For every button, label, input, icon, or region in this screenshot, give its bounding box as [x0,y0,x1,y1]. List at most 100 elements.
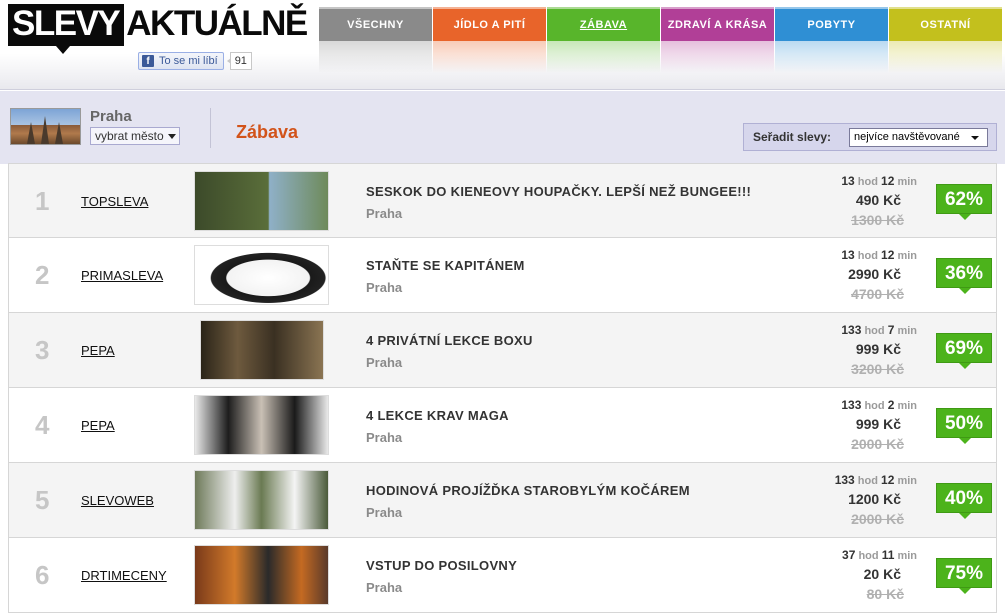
nav-tab-bar: POBYTY [775,7,888,41]
deal-row[interactable]: 5 SLEVOWEB HODINOVÁ PROJÍŽĎKA STAROBYLÝM K… [8,463,997,538]
deal-vendor-link[interactable]: TOPSLEVA [81,194,148,209]
logo-part1: SLEVY [8,4,125,54]
deal-price: 999 Kč [855,416,901,432]
timer-minutes: 12 [881,174,895,188]
deal-row[interactable]: 4 PEPA 4 LEKCE KRAV MAGA Praha 133 hod 2 min… [8,388,997,463]
nav-tab-fade [775,41,888,73]
timer-hours: 13 [841,174,855,188]
deal-vendor-link[interactable]: PRIMASLEVA [81,268,163,283]
timer-minutes: 12 [881,248,895,262]
deal-city: Praha [366,280,403,295]
deal-list: 1 TOPSLEVA SESKOK DO KIENEOVY HOUPAČKY. LE… [8,163,997,613]
deal-timer: 13 hod 12 min [841,174,917,188]
deal-city: Praha [366,430,403,445]
deal-thumbnail[interactable] [194,245,329,305]
deal-rank: 4 [35,410,50,440]
timer-hours: 133 [841,398,862,412]
deal-vendor-link[interactable]: DRTIMECENY [81,568,167,583]
timer-minutes: 7 [887,323,895,337]
nav-tab-fade [661,41,774,73]
deal-row[interactable]: 3 PEPA 4 PRIVÁTNÍ LEKCE BOXU Praha 133 hod 7… [8,313,997,388]
nav-tab-label: OSTATNÍ [920,19,971,31]
deal-thumbnail[interactable] [194,470,329,530]
nav-tab-label: ZDRAVÍ A KRÁSA [667,19,768,31]
nav-tab-fade [547,41,660,73]
deal-city: Praha [366,505,403,520]
deal-old-price: 4700 Kč [851,286,904,302]
nav-tab-bar: OSTATNÍ [889,7,1002,41]
sort-box: Seřadit slevy: nejvíce navštěvované [743,123,997,151]
deal-vendor-link[interactable]: SLEVOWEB [81,493,154,508]
deal-old-price: 2000 Kč [851,436,904,452]
deal-title-link[interactable]: VSTUP DO POSILOVNY [366,558,517,573]
nav-tab[interactable]: JÍDLO A PITÍ [433,7,546,73]
deal-thumbnail[interactable] [194,545,329,605]
nav-tab-fade [433,41,546,73]
chevron-down-icon [971,136,979,140]
nav-tab-bar: ZDRAVÍ A KRÁSA [661,7,774,41]
facebook-like-widget: f To se mi líbí 91 [138,52,252,70]
nav-tab-label: POBYTY [807,19,856,31]
discount-badge[interactable]: 40% [936,483,992,519]
facebook-like-button[interactable]: f To se mi líbí [138,52,224,70]
deal-timer: 133 hod 2 min [841,398,917,412]
timer-hours: 37 [842,548,856,562]
nav-tab-bar: JÍDLO A PITÍ [433,7,546,41]
sort-select[interactable]: nejvíce navštěvované [849,128,988,147]
discount-badge[interactable]: 62% [936,184,992,220]
deal-title-link[interactable]: SESKOK DO KIENEOVY HOUPAČKY. LEPŠÍ NEŽ B… [366,184,751,199]
deal-title-link[interactable]: 4 LEKCE KRAV MAGA [366,408,509,423]
deal-title-link[interactable]: 4 PRIVÁTNÍ LEKCE BOXU [366,333,533,348]
deal-row[interactable]: 2 PRIMASLEVA STAŇTE SE KAPITÁNEM Praha 13 ho… [8,238,997,313]
nav-tab-fade [319,41,432,73]
deal-price: 2990 Kč [848,266,901,282]
facebook-like-count: 91 [226,52,252,70]
timer-minutes: 11 [881,548,895,562]
nav-tab[interactable]: POBYTY [775,7,888,73]
deal-rank: 3 [35,335,50,365]
deal-price: 1200 Kč [848,491,901,507]
deal-old-price: 3200 Kč [851,361,904,377]
nav-tab-label: JÍDLO A PITÍ [453,19,526,31]
deal-thumbnail[interactable] [194,395,329,455]
deal-row[interactable]: 1 TOPSLEVA SESKOK DO KIENEOVY HOUPAČKY. LE… [8,163,997,238]
deal-price: 999 Kč [855,341,901,357]
nav-tab-label: ZÁBAVA [579,19,628,31]
logo-part2: AKTUÁLNĚ [126,4,308,43]
nav-tab[interactable]: OSTATNÍ [889,7,1002,73]
deal-price: 490 Kč [855,192,901,208]
discount-badge[interactable]: 75% [936,558,992,594]
nav-tab-bar: ZÁBAVA [547,7,660,41]
timer-minutes: 12 [881,473,895,487]
nav-tab[interactable]: VŠECHNY [319,7,432,73]
deal-rank: 5 [35,485,50,515]
deal-city: Praha [366,355,403,370]
deal-row[interactable]: 6 DRTIMECENY VSTUP DO POSILOVNY Praha 37 hod… [8,538,997,613]
facebook-like-label: To se mi líbí [159,55,218,67]
filter-bar: Praha vybrat město Zábava Seřadit slevy:… [0,91,1005,164]
timer-hours-label: hod [864,400,885,412]
sort-value: nejvíce navštěvované [854,131,960,143]
deal-timer: 133 hod 7 min [841,323,917,337]
deal-title-link[interactable]: HODINOVÁ PROJÍŽĎKA STAROBYLÝM KOČÁREM [366,483,690,498]
deal-thumbnail[interactable] [194,171,329,231]
timer-hours-label: hod [858,550,879,562]
discount-badge[interactable]: 50% [936,408,992,444]
category-nav: VŠECHNY JÍDLO A PITÍ ZÁBAVA ZDRAVÍ A KRÁSA P… [319,7,1003,73]
discount-badge[interactable]: 69% [936,333,992,369]
deal-rank: 6 [35,560,50,590]
nav-tab[interactable]: ZDRAVÍ A KRÁSA [661,7,774,73]
deal-thumbnail[interactable] [200,320,324,380]
discount-badge[interactable]: 36% [936,258,992,294]
deal-vendor-link[interactable]: PEPA [81,418,115,433]
deal-vendor-link[interactable]: PEPA [81,343,115,358]
deal-title-link[interactable]: STAŇTE SE KAPITÁNEM [366,258,525,273]
deal-city: Praha [366,580,403,595]
timer-hours: 133 [834,473,855,487]
city-select-dropdown[interactable]: vybrat město [90,127,180,145]
site-logo[interactable]: SLEVY AKTUÁLNĚ [8,4,308,54]
nav-tab-bar: VŠECHNY [319,7,432,41]
sort-label: Seřadit slevy: [753,130,832,144]
nav-tab[interactable]: ZÁBAVA [547,7,660,73]
site-header: SLEVY AKTUÁLNĚ f To se mi líbí 91 VŠECHN… [0,0,1005,90]
